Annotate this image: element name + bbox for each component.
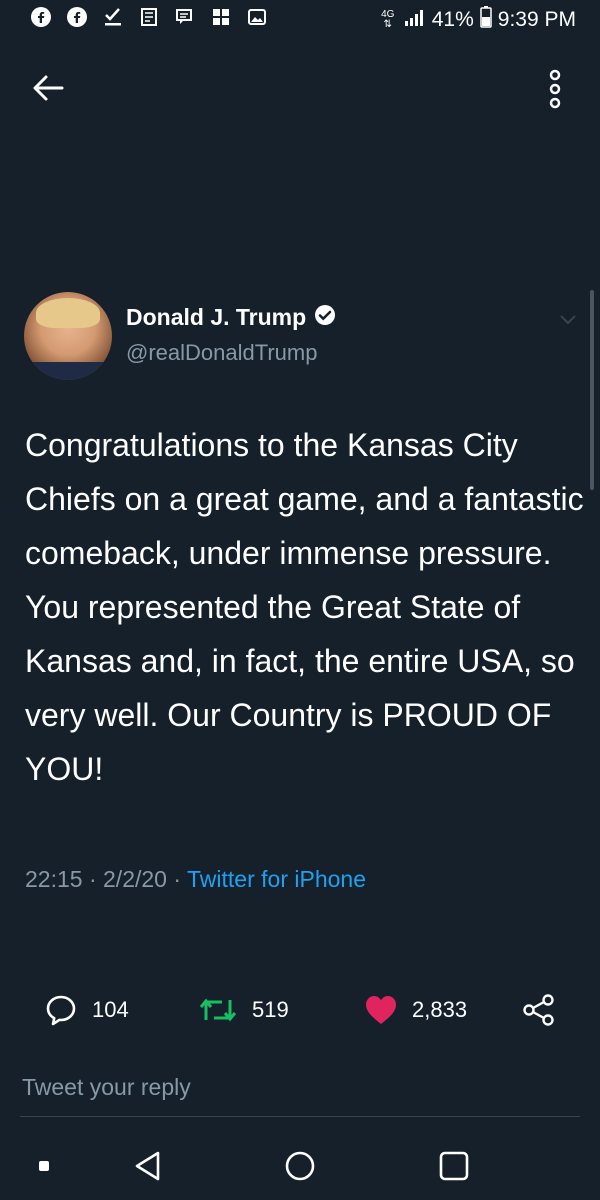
- home-button[interactable]: [280, 1146, 320, 1186]
- arrow-left-icon: [33, 75, 64, 101]
- battery-icon: [480, 6, 492, 34]
- reply-placeholder: Tweet your reply: [22, 1074, 191, 1100]
- verified-badge-icon: [314, 304, 336, 331]
- nav-back-button[interactable]: [128, 1146, 168, 1186]
- heart-icon: [366, 996, 396, 1024]
- back-button[interactable]: [28, 68, 68, 108]
- more-options-button[interactable]: [540, 64, 570, 114]
- reply-icon: [46, 995, 76, 1026]
- triangle-back-icon: [135, 1151, 160, 1181]
- tweet-text: Congratulations to the Kansas City Chief…: [25, 427, 584, 787]
- battery-percent: 41%: [431, 8, 474, 31]
- user-handle: @realDonaldTrump: [126, 340, 318, 365]
- tweet-date: 2/2/20: [103, 866, 167, 892]
- android-nav-bar: [0, 1128, 600, 1200]
- share-icon: [523, 994, 554, 1026]
- image-icon: [246, 6, 268, 28]
- facebook-icon: [30, 6, 52, 28]
- circle-home-icon: [285, 1151, 315, 1181]
- meta-separator: ·: [88, 866, 97, 892]
- network-type: 4G ⇅: [381, 9, 395, 30]
- status-bar: 4G ⇅ 41% 9:39 PM: [0, 0, 600, 40]
- reply-button[interactable]: 104: [44, 986, 129, 1034]
- reply-input[interactable]: Tweet your reply: [20, 1070, 580, 1117]
- tweet-time: 22:15: [25, 866, 83, 892]
- display-name: Donald J. Trump: [126, 304, 307, 330]
- notification-icons: [30, 6, 268, 28]
- meta-separator: ·: [173, 866, 182, 892]
- retweet-icon: [199, 998, 237, 1022]
- download-check-icon: [102, 6, 124, 28]
- clock: 9:39 PM: [497, 8, 576, 31]
- facebook-icon: [66, 6, 88, 28]
- scrollbar[interactable]: [590, 290, 594, 490]
- signal-icon: [404, 8, 426, 32]
- square-overview-icon: [439, 1151, 469, 1181]
- tweet-menu-button[interactable]: [556, 310, 580, 330]
- news-icon: [138, 6, 160, 28]
- recents-dot-button[interactable]: [24, 1146, 64, 1186]
- more-vertical-icon: [549, 69, 561, 109]
- avatar-hair: [36, 298, 100, 328]
- square-dot-icon: [39, 1161, 49, 1171]
- status-indicators: 4G ⇅ 41% 9:39 PM: [378, 6, 576, 34]
- tweet-source-link[interactable]: Twitter for iPhone: [187, 866, 366, 892]
- share-button[interactable]: [522, 986, 556, 1034]
- network-label: 4G: [381, 9, 395, 20]
- like-count: 2,833: [412, 997, 468, 1022]
- avatar-suit: [24, 362, 112, 380]
- reply-count: 104: [92, 997, 129, 1022]
- tweet-actions: 104 519 2,833: [0, 986, 600, 1036]
- tweet-meta: 22:15 · 2/2/20 · Twitter for iPhone: [25, 866, 366, 893]
- retweet-count: 519: [252, 997, 289, 1022]
- like-button[interactable]: 2,833: [364, 986, 467, 1034]
- retweet-button[interactable]: 519: [198, 986, 289, 1034]
- overview-button[interactable]: [434, 1146, 474, 1186]
- tiles-icon: [210, 6, 232, 28]
- author-name-row[interactable]: Donald J. Trump: [126, 304, 336, 331]
- chevron-down-icon: [560, 315, 576, 325]
- avatar[interactable]: [24, 292, 112, 380]
- chat-icon: [174, 6, 196, 28]
